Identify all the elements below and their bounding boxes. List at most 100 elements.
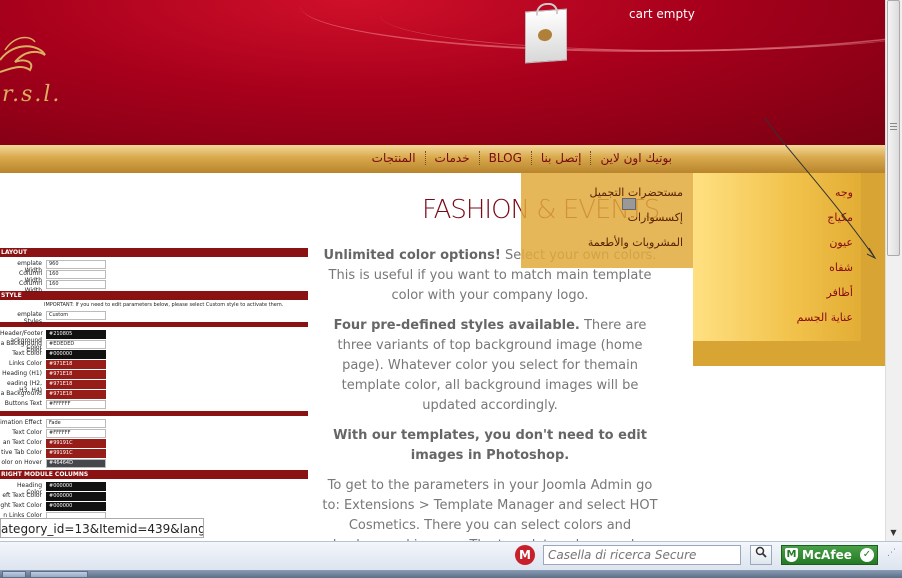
- admin-row: Column Width 160: [0, 269, 308, 284]
- scroll-grip-icon: [890, 123, 897, 132]
- magnifier-icon: [755, 546, 767, 558]
- admin-row: a Background #971E18: [0, 389, 308, 399]
- admin-row: olor on Hover #46464D: [0, 458, 308, 468]
- nav-item-services[interactable]: خدمات: [424, 151, 479, 165]
- admin-note: IMPORTANT: If you need to edit parameter…: [44, 302, 284, 308]
- secure-search-input[interactable]: [543, 545, 741, 565]
- scroll-down-arrow-icon[interactable]: ▼: [887, 527, 900, 539]
- admin-row-label: tive Tab Color: [1, 449, 42, 456]
- admin-row: Links Color #971E18: [0, 359, 308, 369]
- admin-row: tive Tab Color #99191C: [0, 448, 308, 458]
- admin-row-label: emplate Styles: [17, 311, 42, 325]
- admin-section-style: STYLE: [0, 291, 308, 300]
- submenu-item-cosmetics[interactable]: مستحضرات التجميل: [530, 182, 683, 207]
- mcafee-button[interactable]: M McAfee ✓: [781, 545, 878, 565]
- submenu-cosmetics: مستحضرات التجميل إكسسوارات المشروبات وال…: [530, 182, 683, 257]
- submenu-item-accessories[interactable]: إكسسوارات: [530, 207, 683, 232]
- main-nav: بوتيك اون لاين إتصل بنا BLOG خدمات المنت…: [363, 151, 681, 165]
- mcafee-shield-icon: M: [785, 548, 798, 562]
- admin-row-value: #971E18: [46, 380, 106, 389]
- admin-row: eading (H2, H3, H4) #971E18: [0, 379, 308, 394]
- admin-row-label: imation Effect: [0, 419, 42, 426]
- admin-row-value: 160: [46, 280, 106, 289]
- admin-row-label: Links Color: [9, 360, 42, 367]
- admin-row: a Background Color #EDEDED: [0, 339, 308, 354]
- admin-row-value: #971E18: [46, 360, 106, 369]
- admin-row-value: #000000: [46, 350, 106, 359]
- paragraph-styles: Four pre-defined styles available. There…: [318, 316, 662, 416]
- admin-row-value: #99191C: [46, 439, 106, 448]
- admin-row-label: olor on Hover: [1, 459, 42, 466]
- admin-row: emplate Styles Custom: [0, 310, 308, 325]
- admin-row-value: #99191C: [46, 449, 106, 458]
- admin-row-label: Buttons Text: [4, 400, 42, 407]
- admin-row-value: #971E18: [46, 390, 106, 399]
- taskbar-button[interactable]: [30, 571, 88, 578]
- admin-row: Header/Footer ackground Color #210805: [0, 329, 308, 351]
- nav-item-boutique[interactable]: بوتيك اون لاين: [590, 151, 681, 165]
- admin-row: eft Text Color #000000: [0, 491, 308, 501]
- paragraph-photoshop-lead: With our templates, you don't need to ed…: [333, 428, 647, 463]
- admin-row-value: #FFFFFF: [46, 429, 106, 438]
- admin-section-layout: LAYOUT: [0, 248, 308, 257]
- mcafee-m-icon[interactable]: M: [515, 545, 535, 565]
- search-button[interactable]: [750, 545, 772, 565]
- admin-row-label: an Text Color: [2, 439, 42, 446]
- admin-row-value: #000000: [46, 502, 106, 511]
- admin-row-value: #210805: [46, 330, 106, 339]
- submenu-item-food-drinks[interactable]: المشروبات والأطعمة: [530, 232, 683, 257]
- admin-row: Text Color #000000: [0, 349, 308, 359]
- admin-row-value: #EDEDED: [46, 340, 106, 349]
- site-header: r.s.l. cart empty: [0, 0, 885, 145]
- admin-row-value: #971E18: [46, 370, 106, 379]
- admin-row-label: Heading (H1): [2, 370, 42, 377]
- admin-parameters-screenshot: LAYOUT emplate Width 960 Column Width 160 …: [0, 246, 308, 540]
- admin-row: an Text Color #99191C: [0, 438, 308, 448]
- admin-row-value: #46464D: [46, 459, 106, 468]
- bag-handle: [536, 2, 558, 16]
- admin-row-label: Column Width: [19, 280, 42, 294]
- shopping-bag-icon[interactable]: [525, 2, 567, 64]
- admin-row-value: 960: [46, 260, 106, 269]
- admin-row-label: a Background: [0, 390, 42, 397]
- nav-item-contact[interactable]: إتصل بنا: [530, 151, 591, 165]
- mcafee-label: McAfee: [802, 548, 852, 562]
- cart-status[interactable]: cart empty: [629, 7, 695, 21]
- admin-row-value: #000000: [46, 482, 106, 491]
- admin-row-value: Custom: [46, 311, 106, 320]
- nav-item-products[interactable]: المنتجات: [363, 151, 425, 165]
- main-article: Unlimited color options! Select your own…: [318, 246, 662, 566]
- cursor-arrow-icon: [765, 118, 877, 260]
- admin-row-value: Fade: [46, 419, 106, 428]
- admin-band: [0, 322, 308, 327]
- admin-row: Heading (H1) #971E18: [0, 369, 308, 379]
- paragraph-photoshop: With our templates, you don't need to ed…: [318, 426, 662, 466]
- admin-row-label: ght Text Color: [0, 502, 42, 509]
- status-url: ategory_id=13&Itemid=439&lang=aa: [0, 518, 204, 538]
- admin-row: Text Color #FFFFFF: [0, 428, 308, 438]
- resize-grip-icon[interactable]: ⋰: [887, 548, 899, 562]
- admin-row-label: eft Text Color: [2, 492, 42, 499]
- taskbar-button[interactable]: [2, 571, 26, 578]
- logo-text[interactable]: r.s.l.: [2, 82, 61, 107]
- admin-row-value: #000000: [46, 492, 106, 501]
- paragraph-colors-lead: Unlimited color options!: [323, 248, 501, 263]
- admin-row-value: #FFFFFF: [46, 400, 106, 409]
- nav-item-blog[interactable]: BLOG: [478, 151, 531, 165]
- admin-row-label: Text Color: [12, 429, 42, 436]
- admin-row: Buttons Text #FFFFFF: [0, 399, 308, 409]
- admin-row: emplate Width 960: [0, 259, 308, 274]
- admin-row-value: 160: [46, 270, 106, 279]
- admin-band: [0, 411, 308, 416]
- logo-ornament-icon: [0, 36, 46, 73]
- bag-decoration: [538, 28, 552, 42]
- taskbar: [0, 570, 902, 578]
- admin-row: ght Text Color #000000: [0, 501, 308, 511]
- admin-row: imation Effect Fade: [0, 418, 308, 428]
- admin-row-label: Text Color: [12, 350, 42, 357]
- submenu-item-body-care[interactable]: عناية الجسم: [700, 307, 853, 332]
- admin-row: Column Width 160: [0, 279, 308, 294]
- admin-section-right-columns: RIGHT MODULE COLUMNS: [0, 470, 308, 479]
- submenu-item-nails[interactable]: أظافر: [700, 282, 854, 307]
- check-icon: ✓: [860, 548, 874, 562]
